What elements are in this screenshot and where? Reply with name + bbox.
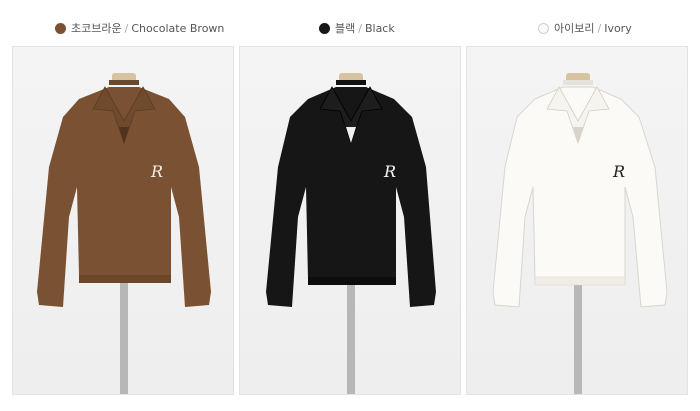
sweater-illustration: R <box>37 73 211 394</box>
color-name-en: Ivory <box>604 21 632 35</box>
product-photo-ivory[interactable]: R <box>466 46 688 395</box>
svg-text:R: R <box>612 162 625 181</box>
color-name-ko: 블랙 <box>335 22 356 35</box>
color-name-en: Black <box>364 21 395 35</box>
black-color-swatch-icon <box>319 22 330 34</box>
product-photo-black[interactable]: R <box>239 46 461 395</box>
brown-color-swatch-icon <box>55 22 66 34</box>
separator: / <box>358 21 362 35</box>
sweater-illustration: R <box>266 73 436 394</box>
sweater: R <box>492 86 668 308</box>
ivory-color-swatch-icon <box>538 22 549 34</box>
color-name-ko: 초코브라운 <box>71 22 122 35</box>
mannequin-stand <box>574 272 582 394</box>
product-photo-chocolate-brown[interactable]: R <box>12 46 234 395</box>
separator: / <box>597 21 602 35</box>
mannequin-stand <box>120 272 128 394</box>
svg-text:R: R <box>150 162 163 181</box>
color-option-ivory[interactable]: 아이보리 / Ivory <box>538 18 632 38</box>
color-options: 초코브라운 / Chocolate Brown 블랙 / Black 아이보리 … <box>0 18 700 38</box>
sweater: R <box>37 86 211 307</box>
mannequin-stand <box>347 272 355 394</box>
mannequin-neck <box>563 80 593 85</box>
sweater: R <box>266 86 436 307</box>
sweater-illustration: R <box>492 73 668 394</box>
color-name-ko: 아이보리 <box>554 22 595 35</box>
svg-text:R: R <box>383 162 396 181</box>
mannequin-neck <box>336 80 366 85</box>
mannequin-neck <box>109 80 139 85</box>
separator: / <box>124 21 129 35</box>
color-option-black[interactable]: 블랙 / Black <box>319 18 395 38</box>
color-name-en: Chocolate Brown <box>131 21 225 35</box>
color-option-chocolate-brown[interactable]: 초코브라운 / Chocolate Brown <box>55 18 224 38</box>
